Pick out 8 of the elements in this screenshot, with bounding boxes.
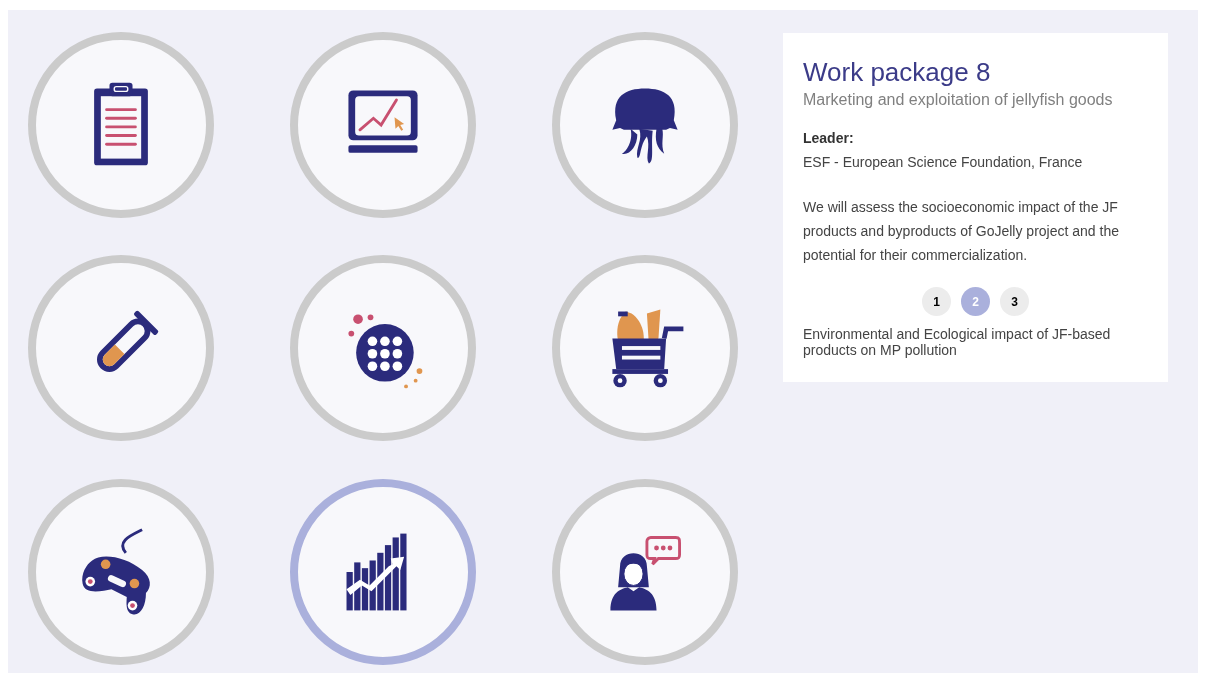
leader-name: ESF - European Science Foundation, France — [803, 153, 1084, 172]
page-button[interactable]: 1 — [922, 287, 951, 316]
card-subtitle: Marketing and exploitation of jellyfish goods — [803, 90, 1114, 110]
page-button[interactable]: 3 — [1000, 287, 1029, 316]
leader-label: Leader: — [803, 129, 855, 148]
description: We will assess the socioeconomic impact of the JF products and byproducts of GoJelly project and the potential for their commercialization. — [803, 198, 1120, 265]
card-title: Work package 8 — [803, 57, 992, 87]
caption: Environmental and Ecological impact of JF-based products on MP pollution — [803, 326, 1112, 358]
